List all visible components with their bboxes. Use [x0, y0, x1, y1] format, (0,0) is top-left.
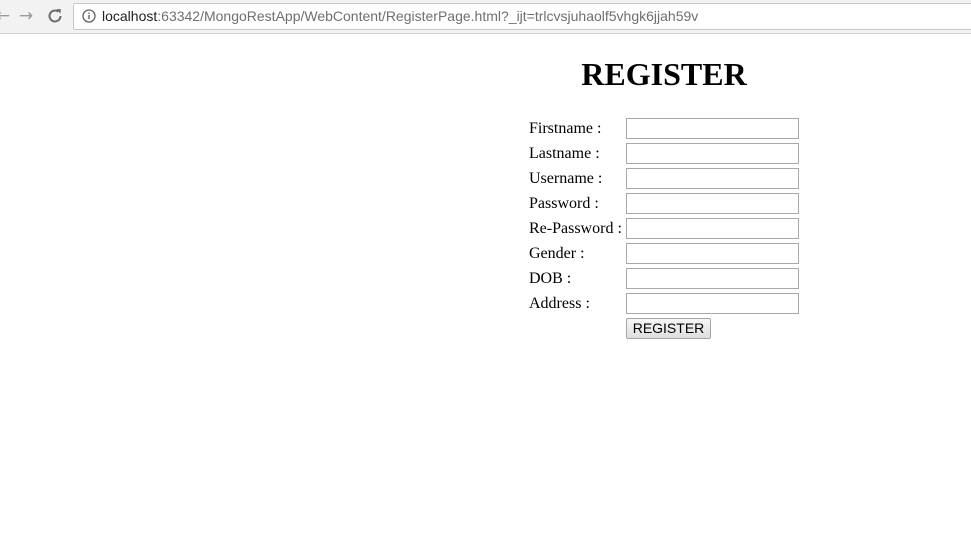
- gender-label: Gender :: [529, 245, 585, 262]
- firstname-label: Firstname :: [529, 120, 602, 137]
- password-input[interactable]: [626, 193, 799, 214]
- address-label: Address :: [529, 295, 590, 312]
- lastname-label: Lastname :: [529, 145, 600, 162]
- firstname-input[interactable]: [626, 118, 799, 139]
- repassword-label: Re-Password :: [529, 220, 622, 237]
- info-icon[interactable]: [82, 9, 96, 23]
- dob-input[interactable]: [626, 268, 799, 289]
- back-arrow-icon[interactable]: ←: [0, 5, 14, 27]
- register-button[interactable]: REGISTER: [626, 318, 711, 339]
- url-text: localhost:63342/MongoRestApp/WebContent/…: [102, 4, 698, 29]
- dob-label: DOB :: [529, 270, 572, 287]
- page-title: REGISTER: [581, 56, 747, 92]
- address-input[interactable]: [626, 293, 799, 314]
- address-bar[interactable]: localhost:63342/MongoRestApp/WebContent/…: [73, 3, 971, 30]
- url-path: :63342/MongoRestApp/WebContent/RegisterP…: [157, 8, 699, 24]
- username-input[interactable]: [626, 168, 799, 189]
- lastname-input[interactable]: [626, 143, 799, 164]
- url-host: localhost: [102, 8, 158, 24]
- repassword-input[interactable]: [626, 218, 799, 239]
- username-label: Username :: [529, 170, 603, 187]
- password-label: Password :: [529, 195, 599, 212]
- gender-input[interactable]: [626, 243, 799, 264]
- reload-icon[interactable]: [44, 5, 66, 27]
- browser-toolbar: ← → localhost:63342/MongoRestApp/WebCont…: [0, 0, 971, 34]
- forward-arrow-icon[interactable]: →: [15, 5, 37, 27]
